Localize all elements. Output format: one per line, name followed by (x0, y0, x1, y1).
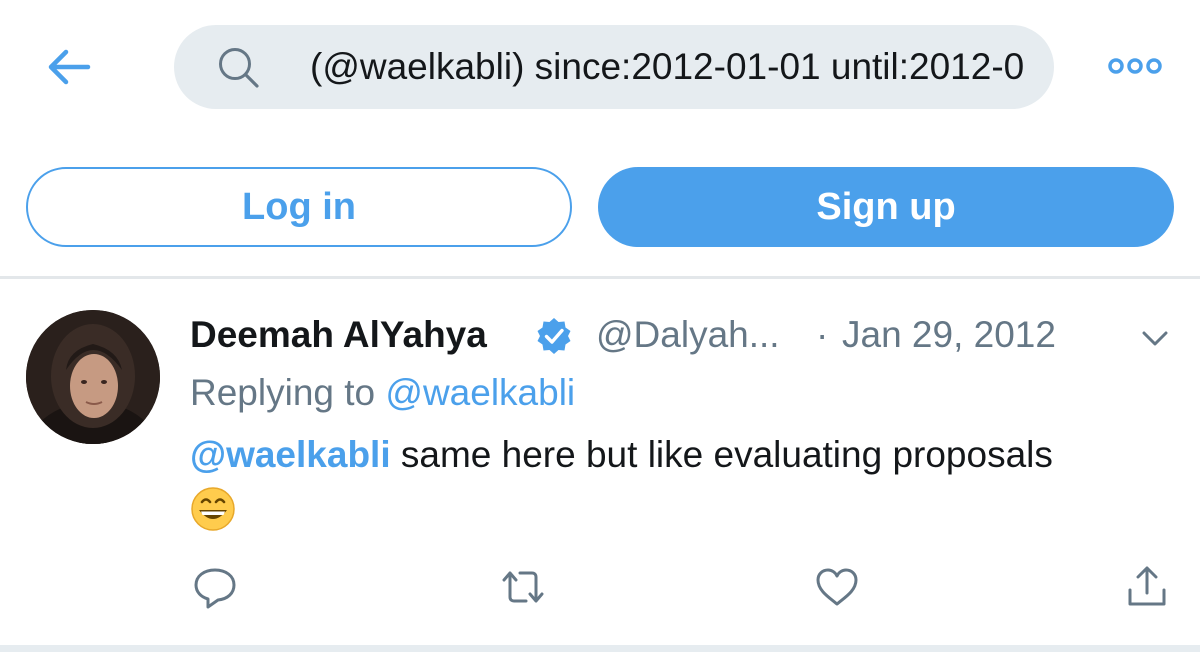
bottom-divider (0, 645, 1200, 652)
like-heart-icon[interactable] (810, 560, 864, 614)
verified-badge-icon (534, 316, 574, 356)
author-handle[interactable]: @Dalyah... (596, 312, 780, 358)
login-button[interactable]: Log in (26, 167, 572, 247)
chevron-down-icon[interactable] (1140, 326, 1170, 350)
share-icon[interactable] (1120, 560, 1174, 614)
search-icon (216, 45, 262, 91)
author-name[interactable]: Deemah AlYahya (190, 312, 487, 358)
reply-icon[interactable] (188, 560, 242, 614)
search-bar[interactable] (174, 25, 1054, 109)
signup-button[interactable]: Sign up (598, 167, 1174, 247)
top-bar (0, 0, 1200, 135)
avatar[interactable] (26, 310, 160, 444)
separator-dot: · (816, 314, 829, 355)
replying-to-mention[interactable]: @waelkabli (385, 372, 575, 413)
tweet-mention[interactable]: @waelkabli (190, 434, 391, 475)
grinning-face-emoji-icon (190, 486, 236, 532)
more-options-icon[interactable] (1100, 44, 1170, 88)
replying-to: Replying to @waelkabli (190, 370, 575, 416)
replying-to-label: Replying to (190, 372, 386, 413)
back-arrow-icon[interactable] (40, 42, 100, 92)
section-divider (0, 276, 1200, 279)
search-input[interactable] (310, 25, 1026, 109)
tweet-date[interactable]: Jan 29, 2012 (842, 312, 1056, 358)
retweet-icon[interactable] (496, 560, 550, 614)
tweet-text: @waelkabli same here but like evaluating… (190, 432, 1053, 478)
tweet-body: same here but like evaluating proposals (390, 434, 1053, 475)
